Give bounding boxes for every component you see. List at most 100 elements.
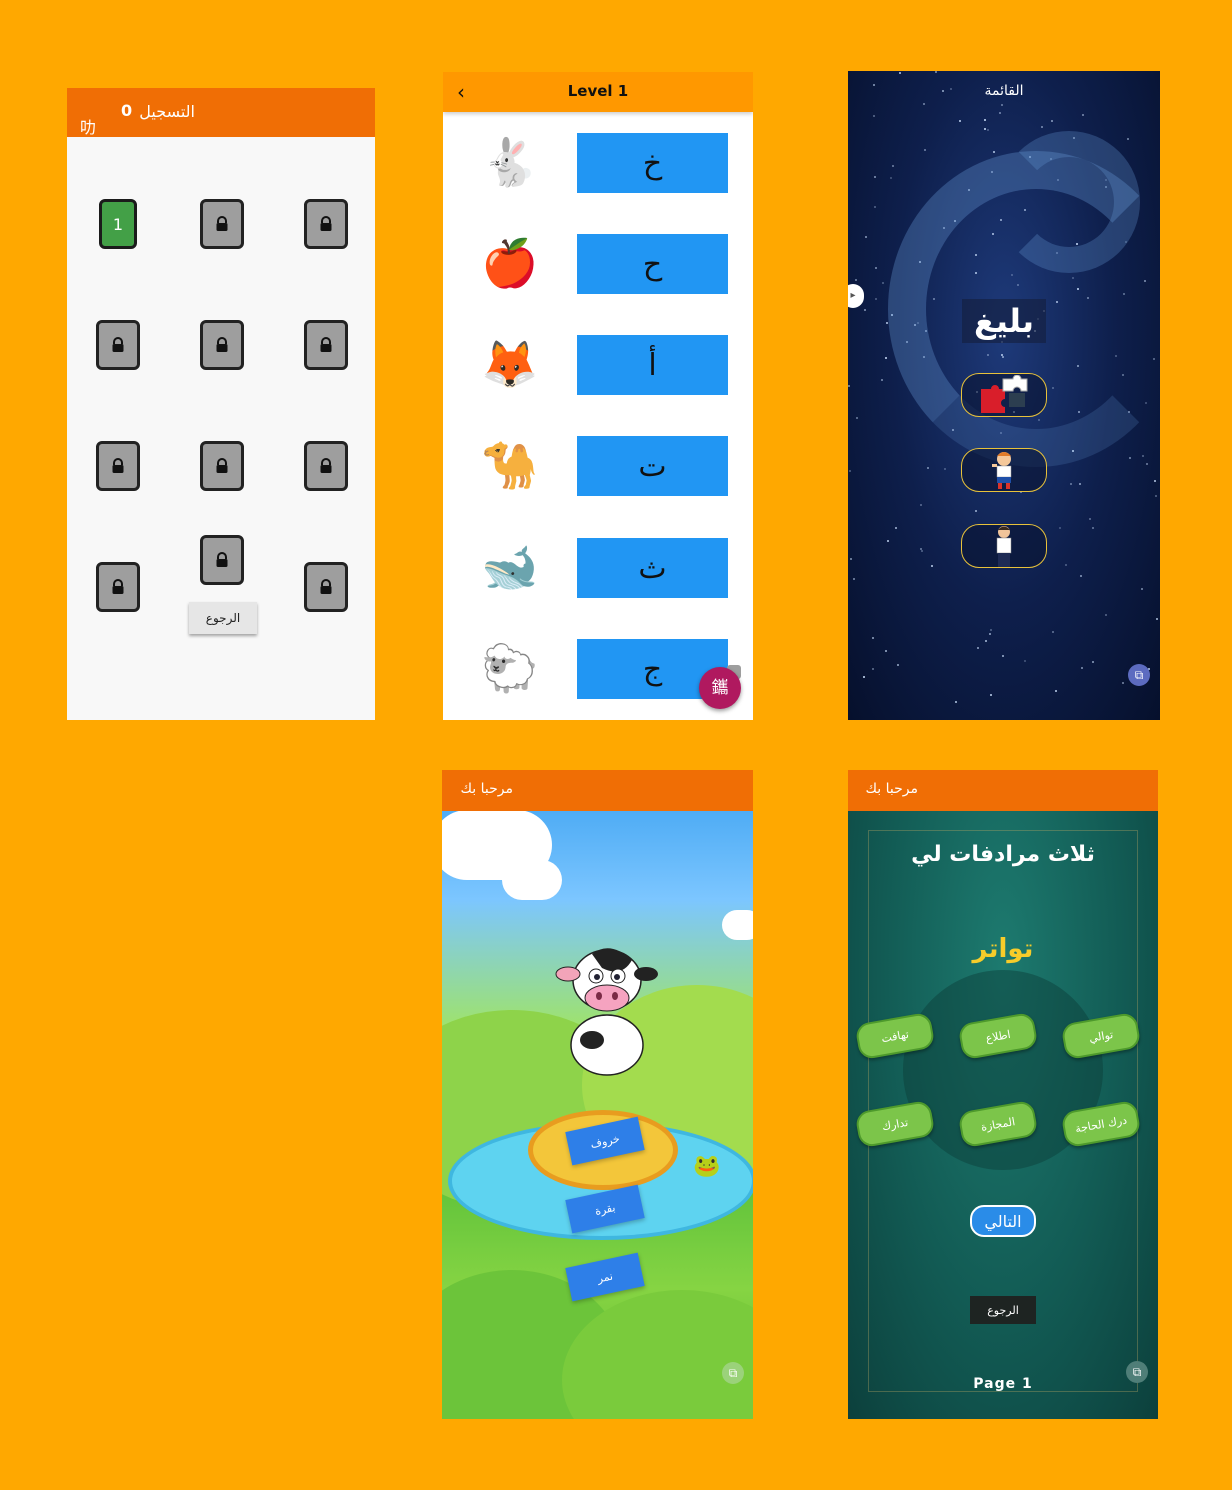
star <box>923 103 925 105</box>
star <box>1070 483 1072 485</box>
star <box>989 633 991 635</box>
star <box>1002 655 1004 657</box>
menu-button-boy[interactable] <box>961 448 1047 492</box>
star <box>892 165 894 167</box>
star <box>885 650 887 652</box>
level-tile-locked[interactable] <box>200 441 244 491</box>
star <box>1156 618 1158 620</box>
level-tile-locked[interactable] <box>200 320 244 370</box>
next-button[interactable]: التالي <box>970 1205 1036 1237</box>
star <box>993 151 995 153</box>
letter-button[interactable]: ح <box>577 234 728 294</box>
menu-screen: القائمة ▸ بليغ ⧉ <box>848 71 1160 720</box>
level-tile-locked[interactable] <box>304 320 348 370</box>
star <box>885 357 887 359</box>
star <box>1089 518 1091 520</box>
star <box>855 279 857 281</box>
star <box>935 71 937 73</box>
lock-icon <box>320 216 332 231</box>
star <box>882 282 884 284</box>
level-tile-locked[interactable] <box>200 199 244 249</box>
lock-icon <box>216 216 228 231</box>
level-tile-locked[interactable] <box>304 562 348 612</box>
lock-icon <box>216 458 228 473</box>
appbar-title: مرحبا بك <box>865 781 918 797</box>
star <box>999 112 1001 114</box>
puzzle-icon <box>981 375 1028 413</box>
boy-icon <box>992 452 1012 489</box>
floating-action-button[interactable]: 鑴 <box>699 667 741 709</box>
star <box>1055 690 1057 692</box>
lock-icon <box>320 458 332 473</box>
level-tile-open[interactable]: 1 <box>99 199 137 249</box>
overlay-icon[interactable]: ⧉ <box>722 1362 744 1384</box>
lock-icon <box>112 458 124 473</box>
star <box>990 629 992 631</box>
letter-button[interactable]: أ <box>577 335 728 395</box>
word-card[interactable]: نمر <box>565 1252 645 1302</box>
star <box>924 149 926 151</box>
level-tile-locked[interactable] <box>304 199 348 249</box>
star <box>990 694 992 696</box>
level-tile-locked[interactable] <box>96 441 140 491</box>
star <box>955 701 957 703</box>
page-indicator: Page 1 <box>973 1376 1033 1392</box>
star <box>1127 138 1129 140</box>
level-tile-locked[interactable] <box>96 562 140 612</box>
animal-image: 🐪 <box>481 438 539 492</box>
letter-button[interactable]: خ <box>577 133 728 193</box>
back-button[interactable]: الرجوع <box>189 602 257 634</box>
star <box>1079 483 1081 485</box>
letters-appbar: ‹ Level 1 <box>443 72 753 112</box>
level-tile-locked[interactable] <box>96 320 140 370</box>
star <box>874 206 876 208</box>
star <box>984 119 986 121</box>
star <box>1052 631 1054 633</box>
animal-image: 🐑 <box>481 641 539 695</box>
star <box>1001 104 1003 106</box>
menu-title: القائمة <box>984 83 1024 99</box>
star <box>1080 575 1082 577</box>
star <box>890 177 892 179</box>
quiz-word: تواتر <box>972 934 1034 964</box>
back-button[interactable]: الرجوع <box>970 1296 1036 1324</box>
star <box>1051 120 1053 122</box>
star <box>899 72 901 74</box>
star <box>931 565 933 567</box>
star <box>921 550 923 552</box>
animal-image: 🍎 <box>481 236 539 290</box>
star <box>920 504 922 506</box>
star <box>985 640 987 642</box>
page: { "screen_levels": { "title": "التسجيل",… <box>0 0 1232 1490</box>
letters-screen: ‹ Level 1 🐇 خ 🍎 ح 🦊 أ 🐪 ت 🐋 ث 🐑 ج 鑴 <box>443 72 753 720</box>
star <box>895 527 897 529</box>
lock-icon <box>320 579 332 594</box>
level-tile-locked[interactable] <box>304 441 348 491</box>
animal-image: 🦊 <box>481 337 539 391</box>
menu-button-puzzle[interactable] <box>961 373 1047 417</box>
star <box>865 236 867 238</box>
letter-button[interactable]: ث <box>577 538 728 598</box>
star <box>920 548 922 550</box>
menu-button-man[interactable] <box>961 524 1047 568</box>
cloud <box>502 860 562 900</box>
star <box>873 115 875 117</box>
frog-icon: 🐸 <box>693 1154 721 1179</box>
star <box>1092 527 1094 529</box>
overlay-icon[interactable]: ⧉ <box>1126 1361 1148 1383</box>
star <box>848 385 850 387</box>
farm-screen: 🐸 مرحبا بك خروف بقرة نمر ⧉ <box>442 770 753 1419</box>
star <box>872 668 874 670</box>
star <box>875 267 877 269</box>
overlay-icon[interactable]: ⧉ <box>1128 664 1150 686</box>
side-drawer-handle[interactable]: ▸ <box>848 284 864 308</box>
star <box>1041 126 1043 128</box>
star <box>1081 667 1083 669</box>
letter-button[interactable]: ت <box>577 436 728 496</box>
star <box>1092 661 1094 663</box>
star <box>1141 588 1143 590</box>
lock-icon <box>112 579 124 594</box>
star <box>897 664 899 666</box>
levels-appbar: 叻 0 التسجيل <box>67 88 375 137</box>
level-tile-locked[interactable] <box>200 535 244 585</box>
